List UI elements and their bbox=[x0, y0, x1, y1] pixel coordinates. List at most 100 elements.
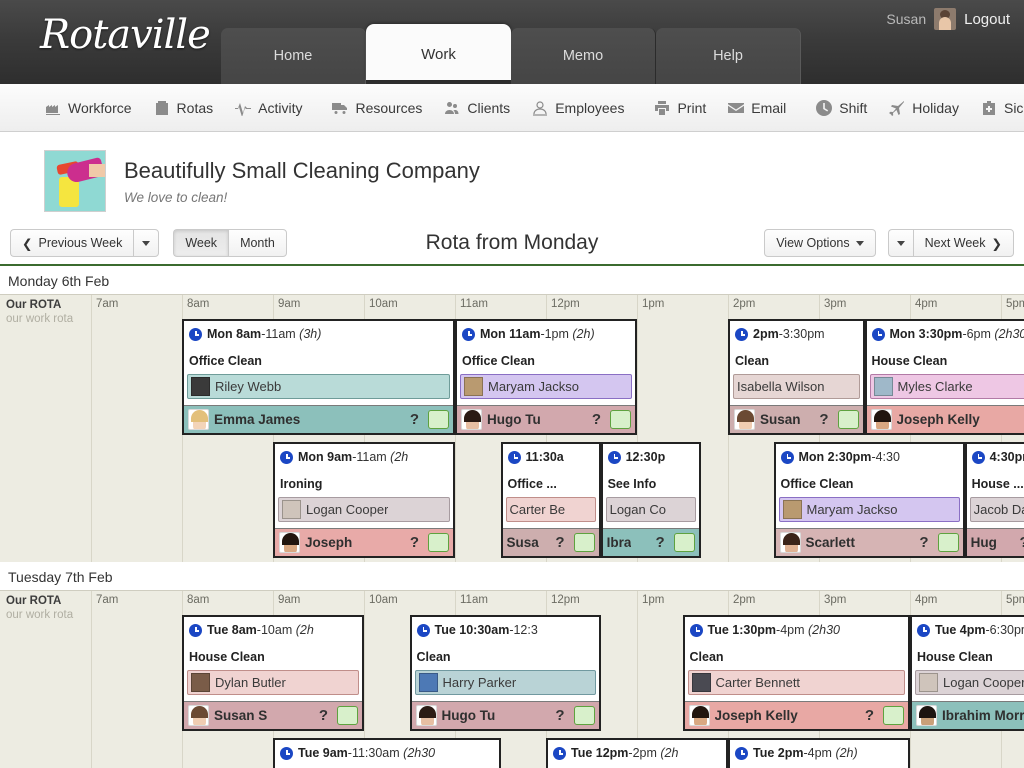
previous-week-dropdown[interactable] bbox=[133, 229, 159, 257]
view-options-button[interactable]: View Options bbox=[764, 229, 875, 257]
shift-card[interactable]: 2pm-3:30pmCleanIsabella WilsonSusan? bbox=[728, 319, 865, 435]
shift-card[interactable]: 11:30aOffice ...Carter BeSusa? bbox=[501, 442, 601, 558]
confirm-checkbox[interactable] bbox=[938, 533, 959, 552]
toolbar-item-email[interactable]: Email bbox=[717, 84, 797, 131]
shift-employee-row[interactable]: Scarlett? bbox=[776, 528, 963, 556]
shift-employee-row[interactable]: Susan S? bbox=[184, 701, 362, 729]
shift-card[interactable]: Tue 9am-11:30am (2h30House Clean bbox=[273, 738, 501, 768]
time-ruler-label: 1pm bbox=[642, 298, 664, 310]
shift-employee-row[interactable]: Ibra? bbox=[603, 528, 699, 556]
unconfirmed-status-icon[interactable]: ? bbox=[1020, 534, 1024, 551]
confirm-checkbox[interactable] bbox=[428, 533, 449, 552]
toolbar-item-shift[interactable]: Shift bbox=[805, 84, 878, 131]
tab-help[interactable]: Help bbox=[656, 28, 801, 84]
shift-card[interactable]: Tue 8am-10am (2hHouse CleanDylan ButlerS… bbox=[182, 615, 364, 731]
toolbar-item-rotas[interactable]: Rotas bbox=[143, 84, 225, 131]
toolbar-item-employees[interactable]: Employees bbox=[521, 84, 635, 131]
confirm-checkbox[interactable] bbox=[337, 706, 358, 725]
confirm-checkbox[interactable] bbox=[574, 533, 595, 552]
shift-client-row[interactable]: Dylan Butler bbox=[187, 670, 359, 695]
confirm-checkbox[interactable] bbox=[610, 410, 631, 429]
tab-home[interactable]: Home bbox=[221, 28, 366, 84]
unconfirmed-status-icon[interactable]: ? bbox=[555, 707, 568, 724]
toolbar-item-sick[interactable]: Sick bbox=[970, 84, 1024, 131]
tab-work[interactable]: Work bbox=[366, 24, 511, 80]
time-ruler-label: 4pm bbox=[915, 298, 937, 310]
app-logo[interactable]: Rotaville bbox=[40, 12, 210, 58]
shift-employee-row[interactable]: Emma James? bbox=[184, 405, 453, 433]
shift-card[interactable]: Mon 3:30pm-6pm (2h30House CleanMyles Cla… bbox=[865, 319, 1024, 435]
shift-employee-row[interactable]: Hugo Tu? bbox=[457, 405, 635, 433]
week-view-button[interactable]: Week bbox=[173, 229, 228, 257]
shift-client-row[interactable]: Carter Be bbox=[506, 497, 596, 522]
shift-card[interactable]: 4:30pmHouse ...Jacob DaHug? bbox=[965, 442, 1024, 558]
shift-client-row[interactable]: Harry Parker bbox=[415, 670, 596, 695]
shift-client-row[interactable]: Carter Bennett bbox=[688, 670, 906, 695]
toolbar-item-resources[interactable]: Resources bbox=[321, 84, 433, 131]
logout-link[interactable]: Logout bbox=[964, 11, 1010, 28]
shift-employee-row[interactable]: Hugo Tu? bbox=[412, 701, 599, 729]
time-ruler-label: 8am bbox=[187, 298, 209, 310]
next-week-button[interactable]: Next Week ❯ bbox=[913, 229, 1014, 257]
shift-time: Tue 12pm-2pm (2h bbox=[548, 740, 726, 766]
avatar[interactable] bbox=[934, 8, 956, 30]
employee-name: Scarlett bbox=[806, 535, 856, 550]
shift-job-title: Office Clean bbox=[776, 470, 963, 497]
month-view-button[interactable]: Month bbox=[228, 229, 287, 257]
shift-client-row[interactable]: Maryam Jackso bbox=[460, 374, 632, 399]
next-week-dropdown[interactable] bbox=[888, 229, 913, 257]
shift-employee-row[interactable]: Joseph Kelly? bbox=[867, 405, 1024, 433]
shift-employee-row[interactable]: Susan? bbox=[730, 405, 863, 433]
shift-card[interactable]: Tue 12pm-2pm (2hClean bbox=[546, 738, 728, 768]
confirm-checkbox[interactable] bbox=[428, 410, 449, 429]
tab-memo[interactable]: Memo bbox=[511, 28, 656, 84]
unconfirmed-status-icon[interactable]: ? bbox=[819, 411, 832, 428]
shift-employee-row[interactable]: Susa? bbox=[503, 528, 599, 556]
shift-card[interactable]: Tue 4pm-6:30pm (2h30House CleanLogan Coo… bbox=[910, 615, 1024, 731]
unconfirmed-status-icon[interactable]: ? bbox=[555, 534, 568, 551]
shift-client-row[interactable]: Logan Cooper bbox=[278, 497, 450, 522]
unconfirmed-status-icon[interactable]: ? bbox=[410, 411, 423, 428]
shift-card[interactable]: Tue 10:30am-12:3CleanHarry ParkerHugo Tu… bbox=[410, 615, 601, 731]
unconfirmed-status-icon[interactable]: ? bbox=[592, 411, 605, 428]
unconfirmed-status-icon[interactable]: ? bbox=[865, 707, 878, 724]
unconfirmed-status-icon[interactable]: ? bbox=[319, 707, 332, 724]
shift-client-row[interactable]: Myles Clarke bbox=[870, 374, 1024, 399]
toolbar-item-clients[interactable]: Clients bbox=[433, 84, 521, 131]
confirm-checkbox[interactable] bbox=[674, 533, 695, 552]
shift-client-row[interactable]: Maryam Jackso bbox=[779, 497, 960, 522]
previous-week-button[interactable]: ❮ Previous Week bbox=[10, 229, 133, 257]
shift-card[interactable]: Mon 2:30pm-4:30Office CleanMaryam Jackso… bbox=[774, 442, 965, 558]
shift-client-row[interactable]: Riley Webb bbox=[187, 374, 450, 399]
toolbar-item-activity[interactable]: Activity bbox=[224, 84, 313, 131]
shift-client-row[interactable]: Logan Co bbox=[606, 497, 696, 522]
clock-icon bbox=[280, 747, 293, 760]
shift-card[interactable]: 12:30pSee InfoLogan CoIbra? bbox=[601, 442, 701, 558]
shift-client-row[interactable]: Logan Cooper bbox=[915, 670, 1024, 695]
clock-icon bbox=[508, 451, 521, 464]
time-ruler-label: 7am bbox=[96, 594, 118, 606]
shift-card[interactable]: Tue 1:30pm-4pm (2h30CleanCarter BennettJ… bbox=[683, 615, 911, 731]
unconfirmed-status-icon[interactable]: ? bbox=[656, 534, 669, 551]
shift-card[interactable]: Tue 2pm-4pm (2h)Deep Clean bbox=[728, 738, 910, 768]
shift-employee-row[interactable]: Ibrahim Morr? bbox=[912, 701, 1024, 729]
toolbar-item-workforce[interactable]: Workforce bbox=[34, 84, 143, 131]
employee-name: Hugo Tu bbox=[487, 412, 541, 427]
shift-employee-row[interactable]: Hug? bbox=[967, 528, 1024, 556]
shift-client-row[interactable]: Jacob Da bbox=[970, 497, 1024, 522]
unconfirmed-status-icon[interactable]: ? bbox=[919, 534, 932, 551]
shift-employee-row[interactable]: Joseph Kelly? bbox=[685, 701, 909, 729]
unconfirmed-status-icon[interactable]: ? bbox=[410, 534, 423, 551]
shift-employee-row[interactable]: Joseph? bbox=[275, 528, 453, 556]
confirm-checkbox[interactable] bbox=[883, 706, 904, 725]
clock-icon bbox=[781, 451, 794, 464]
confirm-checkbox[interactable] bbox=[574, 706, 595, 725]
toolbar-item-print[interactable]: Print bbox=[643, 84, 717, 131]
shift-card[interactable]: Mon 8am-11am (3h)Office CleanRiley WebbE… bbox=[182, 319, 455, 435]
shift-card[interactable]: Mon 11am-1pm (2h)Office CleanMaryam Jack… bbox=[455, 319, 637, 435]
shift-card[interactable]: Mon 9am-11am (2hIroningLogan CooperJosep… bbox=[273, 442, 455, 558]
toolbar-item-holiday[interactable]: Holiday bbox=[878, 84, 970, 131]
employee-avatar bbox=[461, 409, 482, 430]
shift-client-row[interactable]: Isabella Wilson bbox=[733, 374, 860, 399]
confirm-checkbox[interactable] bbox=[838, 410, 859, 429]
